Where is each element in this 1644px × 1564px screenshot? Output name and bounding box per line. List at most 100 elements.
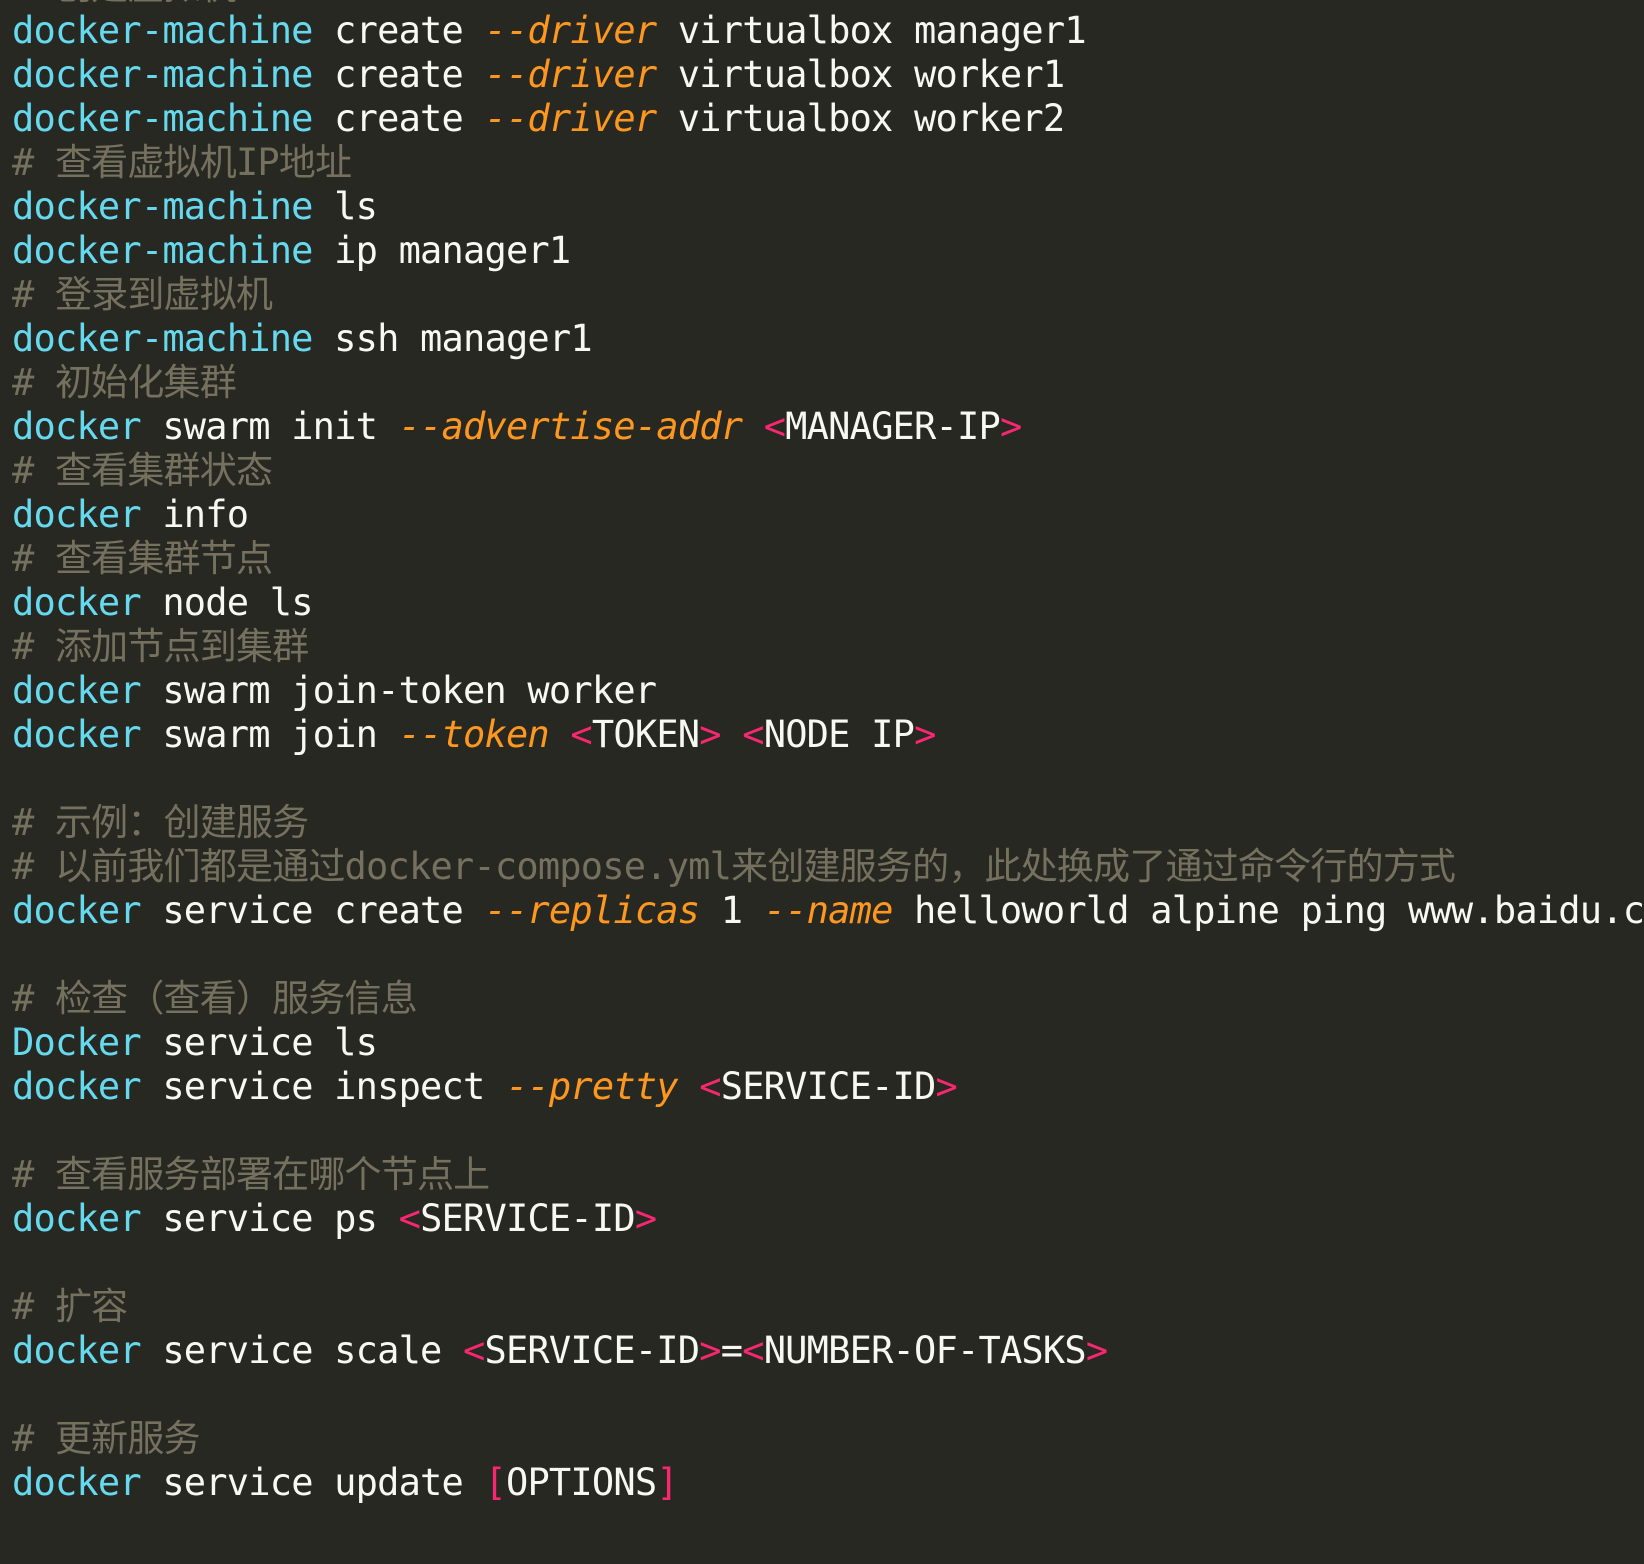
code-token: docker <box>12 1329 142 1372</box>
code-line: # 扩容 <box>12 1285 1644 1329</box>
code-token: info <box>140 493 249 536</box>
code-token: swarm join-token worker <box>140 669 657 712</box>
code-token: ] <box>656 1461 678 1504</box>
code-token: docker <box>12 405 142 448</box>
code-token: create <box>312 97 485 140</box>
code-line: # 创建虚拟机 <box>12 0 1644 9</box>
code-token: docker <box>12 713 142 756</box>
code-line: docker service update [OPTIONS] <box>12 1461 1644 1505</box>
code-line: docker-machine ip manager1 <box>12 229 1644 273</box>
code-token: virtualbox worker2 <box>656 97 1065 140</box>
code-token: docker-machine <box>12 97 313 140</box>
code-token: docker-machine <box>12 9 313 52</box>
code-token: < <box>463 1329 485 1372</box>
code-token: --name <box>763 889 894 932</box>
code-token: docker-machine <box>12 317 313 360</box>
code-line: # 示例：创建服务 <box>12 801 1644 845</box>
code-token: < <box>763 405 786 448</box>
code-comment: # 添加节点到集群 <box>12 625 309 668</box>
code-token: > <box>935 1065 958 1108</box>
code-token: --pretty <box>505 1065 679 1108</box>
code-token: virtualbox manager1 <box>656 9 1087 52</box>
code-comment: # 检查（查看）服务信息 <box>12 977 418 1020</box>
code-line: # 以前我们都是通过docker-compose.yml来创建服务的，此处换成了… <box>12 845 1644 889</box>
code-token: --replicas <box>484 889 700 932</box>
code-line: docker-machine create --driver virtualbo… <box>12 9 1644 53</box>
code-token: virtualbox worker1 <box>656 53 1065 96</box>
code-line: docker-machine ls <box>12 185 1644 229</box>
code-token: swarm join <box>140 713 399 756</box>
code-line: # 查看集群节点 <box>12 537 1644 581</box>
code-token: docker <box>12 581 142 624</box>
code-token: docker-machine <box>12 185 313 228</box>
code-token: helloworld alpine ping www.baidu.c <box>892 889 1644 932</box>
code-comment: # 查看服务部署在哪个节点上 <box>12 1153 490 1196</box>
code-token: > <box>634 1197 657 1240</box>
code-line: # 查看集群状态 <box>12 449 1644 493</box>
code-token: --driver <box>484 53 657 96</box>
code-line: docker swarm join-token worker <box>12 669 1644 713</box>
code-token: SERVICE-ID <box>720 1065 937 1108</box>
code-comment: # 查看集群状态 <box>12 449 273 492</box>
code-line: docker swarm init --advertise-addr <MANA… <box>12 405 1644 449</box>
code-token: service create <box>140 889 485 932</box>
code-comment: # 初始化集群 <box>12 361 237 404</box>
code-line: docker service scale <SERVICE-ID>=<NUMBE… <box>12 1329 1644 1373</box>
code-token: docker <box>12 669 142 712</box>
code-token: < <box>699 1065 721 1108</box>
code-token: SERVICE-ID <box>420 1197 636 1240</box>
code-token: < <box>398 1197 421 1240</box>
code-editor[interactable]: # 创建虚拟机docker-machine create --driver vi… <box>12 0 1644 1564</box>
code-token: create <box>312 9 485 52</box>
code-token: > <box>699 713 721 756</box>
code-token: service ls <box>140 1021 378 1064</box>
code-token: node ls <box>140 581 313 624</box>
code-line: # 查看服务部署在哪个节点上 <box>12 1153 1644 1197</box>
code-token: Docker <box>12 1021 142 1064</box>
code-line: docker info <box>12 493 1644 537</box>
code-comment: # 示例：创建服务 <box>12 801 309 844</box>
code-line: docker service ps <SERVICE-ID> <box>12 1197 1644 1241</box>
code-token: docker <box>12 1065 142 1108</box>
code-token: service scale <box>140 1329 463 1372</box>
code-token: --driver <box>484 9 657 52</box>
code-token: NUMBER-OF-TASKS <box>763 1329 1087 1372</box>
code-line: # 更新服务 <box>12 1417 1644 1461</box>
code-line: # 添加节点到集群 <box>12 625 1644 669</box>
code-token: OPTIONS <box>505 1461 657 1504</box>
code-token: service update <box>140 1461 485 1504</box>
code-token: ip manager1 <box>312 229 571 272</box>
code-token: create <box>312 53 485 96</box>
code-token: = <box>720 1329 743 1372</box>
code-token: docker-machine <box>12 53 313 96</box>
code-token: ls <box>312 185 378 228</box>
code-token: swarm init <box>140 405 399 448</box>
code-line: docker-machine ssh manager1 <box>12 317 1644 361</box>
code-line: Docker service ls <box>12 1021 1644 1065</box>
code-comment: # 查看集群节点 <box>12 537 273 580</box>
code-token: < <box>742 1329 764 1372</box>
code-comment: # 创建虚拟机 <box>12 0 237 8</box>
code-token: --token <box>398 713 550 756</box>
code-line: docker service inspect --pretty <SERVICE… <box>12 1065 1644 1109</box>
code-token: MANAGER-IP <box>785 405 1001 448</box>
code-line: # 检查（查看）服务信息 <box>12 977 1644 1021</box>
code-token: service inspect <box>140 1065 506 1108</box>
code-comment: # 查看虚拟机IP地址 <box>12 141 352 184</box>
code-comment: # 扩容 <box>12 1285 128 1328</box>
code-token: > <box>999 405 1022 448</box>
code-token: > <box>699 1329 721 1372</box>
code-token: --advertise-addr <box>398 405 743 448</box>
code-token: > <box>914 713 936 756</box>
code-token: < <box>570 713 592 756</box>
code-line: # 查看虚拟机IP地址 <box>12 141 1644 185</box>
